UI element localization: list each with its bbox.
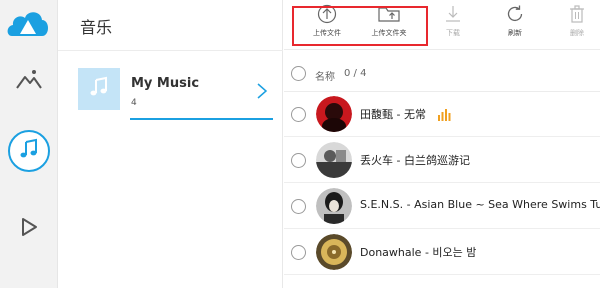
photos-nav-button[interactable] xyxy=(6,58,52,104)
song-checkbox[interactable] xyxy=(291,153,306,168)
song-title: Donawhale - 비오는 밤 xyxy=(360,246,477,259)
music-note-icon xyxy=(88,76,110,102)
playlist-selected-underline xyxy=(130,118,273,120)
song-row[interactable]: 丢火车 - 白兰鸽巡游记 xyxy=(284,138,600,183)
playlist-count: 4 xyxy=(131,98,137,108)
delete-button[interactable]: 删除 xyxy=(546,4,600,44)
song-title: 丢火车 - 白兰鸽巡游记 xyxy=(360,154,470,167)
upload-file-label: 上传文件 xyxy=(313,29,341,37)
toolbar: 上传文件 上传文件夹 下载 刷新 删除 xyxy=(284,0,600,50)
download-icon xyxy=(442,4,464,24)
play-video-icon xyxy=(18,216,40,242)
song-checkbox[interactable] xyxy=(291,199,306,214)
page-title: 音乐 xyxy=(80,18,113,37)
song-row[interactable]: Donawhale - 비오는 밤 xyxy=(284,230,600,275)
song-row[interactable]: S.E.N.S. - Asian Blue ~ Sea Where Swims … xyxy=(284,184,600,229)
download-label: 下载 xyxy=(446,29,460,37)
album-cover xyxy=(316,142,352,178)
upload-icon xyxy=(316,4,338,24)
trash-icon xyxy=(567,4,587,24)
left-nav-rail xyxy=(0,0,58,288)
music-nav-active-ring xyxy=(8,130,50,172)
song-row[interactable]: 田馥甄 - 无常 xyxy=(284,92,600,137)
music-note-icon xyxy=(18,138,40,164)
mountain-photo-icon xyxy=(14,66,44,96)
divider xyxy=(58,50,283,51)
select-all-checkbox[interactable] xyxy=(291,66,306,81)
refresh-icon xyxy=(504,4,526,24)
album-cover xyxy=(316,188,352,224)
selection-count: 0 / 4 xyxy=(344,68,367,79)
playlist-name: My Music xyxy=(131,76,200,91)
playlist-item-my-music[interactable]: My Music 4 xyxy=(78,68,274,122)
upload-file-button[interactable]: 上传文件 xyxy=(296,4,358,44)
song-title: S.E.N.S. - Asian Blue ~ Sea Where Swims … xyxy=(360,198,600,211)
refresh-label: 刷新 xyxy=(508,29,522,37)
album-cover xyxy=(316,234,352,270)
playlist-thumbnail xyxy=(78,68,120,110)
video-nav-button[interactable] xyxy=(6,206,52,252)
cloud-logo-icon xyxy=(6,6,50,42)
upload-folder-label: 上传文件夹 xyxy=(371,29,407,37)
category-panel: 音乐 My Music 4 xyxy=(58,0,283,288)
chevron-right-icon xyxy=(256,82,268,100)
delete-label: 删除 xyxy=(570,29,584,37)
folder-upload-icon xyxy=(377,4,401,24)
song-checkbox[interactable] xyxy=(291,245,306,260)
music-nav-button[interactable] xyxy=(6,128,52,174)
refresh-button[interactable]: 刷新 xyxy=(484,4,546,44)
song-title: 田馥甄 - 无常 xyxy=(360,108,426,121)
song-checkbox[interactable] xyxy=(291,107,306,122)
download-button[interactable]: 下载 xyxy=(422,4,484,44)
name-column-header: 名称 xyxy=(315,72,335,83)
album-cover xyxy=(316,96,352,132)
upload-folder-button[interactable]: 上传文件夹 xyxy=(358,4,420,44)
song-list-header: 名称 0 / 4 xyxy=(284,62,600,86)
now-playing-equalizer-icon xyxy=(437,106,451,121)
